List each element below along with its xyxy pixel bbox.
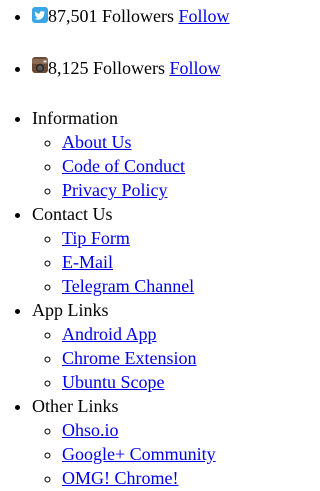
list-item: Code of Conduct <box>62 154 230 178</box>
twitter-icon[interactable] <box>32 7 48 23</box>
section-app-links: App Links Android App Chrome Extension U… <box>32 298 230 394</box>
list-item: Ubuntu Scope <box>62 370 230 394</box>
twitter-social-item: 87,501 Followers Follow <box>32 4 230 28</box>
instagram-follow-link[interactable]: Follow <box>170 58 221 78</box>
section-links: Ohso.io Google+ Community OMG! Chrome! <box>32 418 230 490</box>
list-item: Android App <box>62 322 230 346</box>
ubuntu-scope-link[interactable]: Ubuntu Scope <box>62 372 165 392</box>
instagram-icon[interactable] <box>32 57 48 73</box>
twitter-followers-count: 87,501 Followers <box>48 6 174 26</box>
list-item: Google+ Community <box>62 442 230 466</box>
footer-list: 87,501 Followers Follow 8,125 Followers … <box>0 0 230 490</box>
instagram-followers-count: 8,125 Followers <box>48 58 165 78</box>
section-links: About Us Code of Conduct Privacy Policy <box>32 130 230 202</box>
code-of-conduct-link[interactable]: Code of Conduct <box>62 156 185 176</box>
section-information: Information About Us Code of Conduct Pri… <box>32 106 230 202</box>
section-title: Other Links <box>32 396 119 416</box>
chrome-extension-link[interactable]: Chrome Extension <box>62 348 196 368</box>
section-links: Android App Chrome Extension Ubuntu Scop… <box>32 322 230 394</box>
omg-chrome-link[interactable]: OMG! Chrome! <box>62 468 178 488</box>
privacy-policy-link[interactable]: Privacy Policy <box>62 180 168 200</box>
section-other-links: Other Links Ohso.io Google+ Community OM… <box>32 394 230 490</box>
section-contact-us: Contact Us Tip Form E-Mail Telegram Chan… <box>32 202 230 298</box>
about-us-link[interactable]: About Us <box>62 132 132 152</box>
instagram-social-item: 8,125 Followers Follow <box>32 56 230 80</box>
email-link[interactable]: E-Mail <box>62 252 113 272</box>
list-item: About Us <box>62 130 230 154</box>
list-item: Ohso.io <box>62 418 230 442</box>
list-item: Chrome Extension <box>62 346 230 370</box>
telegram-channel-link[interactable]: Telegram Channel <box>62 276 194 296</box>
ohso-io-link[interactable]: Ohso.io <box>62 420 119 440</box>
list-item: OMG! Chrome! <box>62 466 230 490</box>
section-title: Contact Us <box>32 204 113 224</box>
list-item: Privacy Policy <box>62 178 230 202</box>
list-item: Tip Form <box>62 226 230 250</box>
twitter-follow-link[interactable]: Follow <box>179 6 230 26</box>
tip-form-link[interactable]: Tip Form <box>62 228 130 248</box>
android-app-link[interactable]: Android App <box>62 324 157 344</box>
list-item: Telegram Channel <box>62 274 230 298</box>
section-links: Tip Form E-Mail Telegram Channel <box>32 226 230 298</box>
list-item: E-Mail <box>62 250 230 274</box>
google-plus-community-link[interactable]: Google+ Community <box>62 444 216 464</box>
section-title: App Links <box>32 300 109 320</box>
section-title: Information <box>32 108 118 128</box>
